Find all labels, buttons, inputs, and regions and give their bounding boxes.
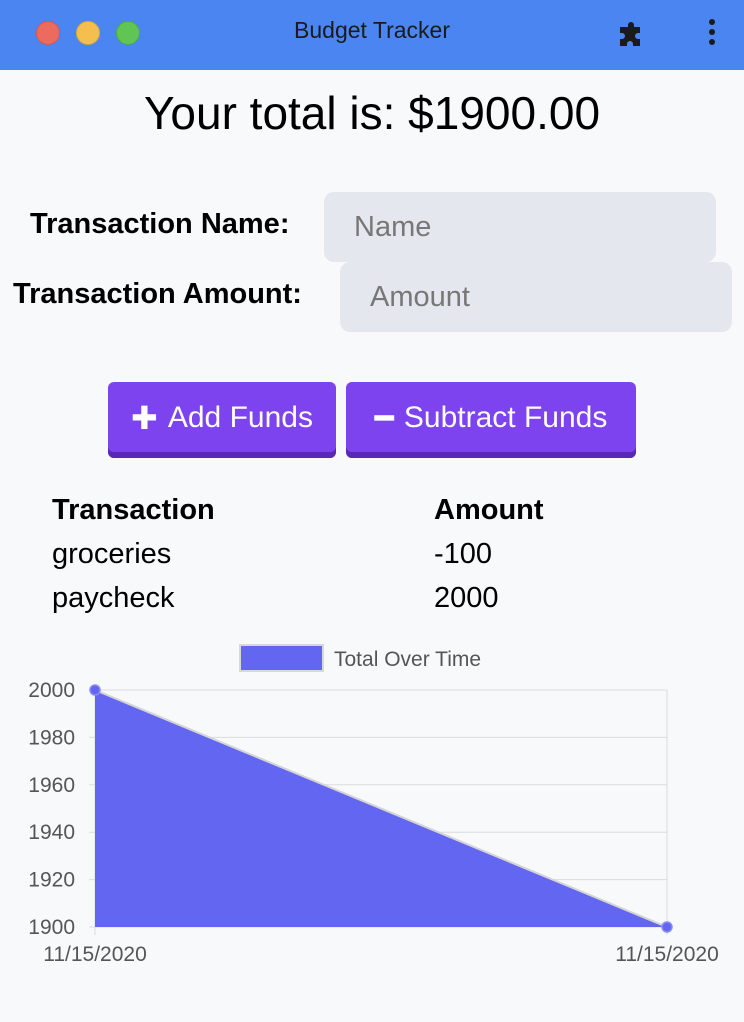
transaction-name-cell: groceries — [52, 538, 172, 570]
x-tick-label: 11/15/2020 — [615, 943, 719, 966]
table-header-row: Transaction Amount — [52, 494, 652, 538]
table-row: paycheck 2000 — [52, 582, 652, 626]
minus-icon: ━ — [374, 400, 394, 436]
total-label: Your total is: $ — [143, 87, 434, 139]
total-over-time-chart: 2000 1980 1960 1940 1920 1900 11/15/2020 11/15/… — [28, 644, 719, 966]
header-amount: Amount — [434, 494, 544, 526]
header-transaction: Transaction — [52, 494, 215, 526]
data-point — [89, 684, 101, 696]
total-heading: Your total is: $1900.00 — [0, 86, 744, 140]
data-point — [661, 921, 673, 933]
transaction-amount-input[interactable] — [340, 262, 732, 332]
y-tick-label: 2000 — [28, 679, 75, 702]
transaction-name-input[interactable] — [324, 192, 716, 262]
transaction-amount-label: Transaction Amount: — [13, 278, 302, 310]
total-value: 1900.00 — [433, 87, 601, 139]
add-funds-button[interactable]: ✚ Add Funds — [108, 382, 336, 458]
plus-icon: ✚ — [131, 400, 158, 436]
transaction-amount-cell: 2000 — [434, 582, 499, 614]
table-row: groceries -100 — [52, 538, 652, 582]
transaction-amount-cell: -100 — [434, 538, 493, 570]
add-funds-label: Add Funds — [167, 401, 313, 434]
y-tick-label: 1940 — [28, 821, 75, 844]
subtract-funds-label: Subtract Funds — [403, 401, 608, 434]
puzzle-icon[interactable] — [616, 18, 648, 50]
y-tick-label: 1980 — [28, 726, 75, 749]
x-tick-label: 11/15/2020 — [43, 943, 147, 966]
legend-label: Total Over Time — [334, 648, 481, 671]
transaction-name-cell: paycheck — [52, 582, 175, 614]
title-bar: Budget Tracker — [0, 0, 744, 70]
kebab-menu-icon[interactable] — [700, 16, 724, 50]
subtract-funds-button[interactable]: ━ Subtract Funds — [346, 382, 636, 458]
y-tick-label: 1960 — [28, 774, 75, 797]
legend-swatch — [239, 644, 324, 672]
y-tick-label: 1920 — [28, 869, 75, 892]
transaction-name-label: Transaction Name: — [30, 208, 290, 240]
y-tick-label: 1900 — [28, 916, 75, 939]
